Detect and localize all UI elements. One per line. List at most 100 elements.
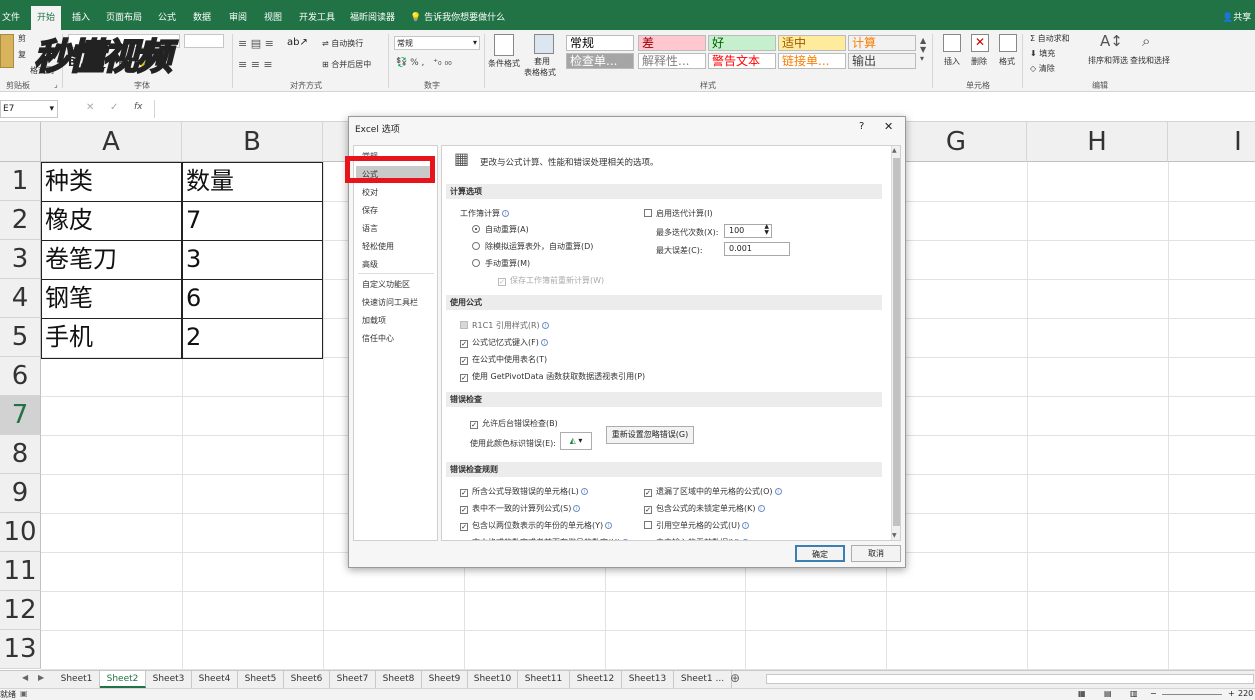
error-color-picker[interactable]: ◭ ▾ xyxy=(560,432,592,450)
sheet-tab[interactable]: Sheet7 xyxy=(330,671,376,688)
number-format-select[interactable]: 常规 ▾ xyxy=(394,36,480,50)
tab-view[interactable]: 视图 xyxy=(264,10,282,23)
page-layout-view-icon[interactable]: ▤ xyxy=(1104,689,1112,698)
sheet-tab[interactable]: Sheet2 xyxy=(100,671,146,688)
error-rule-checkbox[interactable]: ✓ 表中不一致的计算列公式(S) i xyxy=(460,503,581,514)
gallery-scroll-icon[interactable]: ▲ ▼ ▾ xyxy=(920,36,926,63)
cell-style-swatch[interactable]: 警告文本 xyxy=(708,53,776,69)
add-sheet-icon[interactable]: ⊕ xyxy=(730,671,740,685)
share-button[interactable]: 👤共享 xyxy=(1222,10,1251,23)
autosum-button[interactable]: Σ 自动求和 xyxy=(1030,33,1070,44)
iterative-calc-checkbox[interactable]: 启用迭代计算(I) xyxy=(644,208,713,219)
tab-insert[interactable]: 插入 xyxy=(72,10,90,23)
delete-label[interactable]: 删除 xyxy=(971,56,987,67)
wrap-text-button[interactable]: ⇌ 自动换行 xyxy=(322,38,363,49)
row-header[interactable]: 12 xyxy=(0,591,41,630)
sheet-tab[interactable]: Sheet9 xyxy=(422,671,468,688)
sheet-tab[interactable]: Sheet11 xyxy=(518,671,570,688)
zoom-out-icon[interactable]: − xyxy=(1150,689,1157,698)
calc-manual-radio[interactable]: 手动重算(M) xyxy=(472,258,530,269)
error-rule-checkbox[interactable]: ✓ 文本格式的数字或者前面有撇号的数字(H)i xyxy=(460,537,630,540)
cell-style-swatch[interactable]: 好 xyxy=(708,35,776,51)
column-header-b[interactable]: B xyxy=(182,122,323,162)
insert-function-icon[interactable]: fx xyxy=(134,102,143,112)
cell-style-swatch[interactable]: 检查单... xyxy=(566,53,634,69)
row-header[interactable]: 8 xyxy=(0,435,41,474)
row-header[interactable]: 9 xyxy=(0,474,41,513)
horizontal-scrollbar[interactable] xyxy=(766,674,1254,684)
reset-ignored-errors-button[interactable]: 重新设置忽略错误(G) xyxy=(606,426,694,444)
max-change-input[interactable]: 0.001 xyxy=(724,242,790,256)
clipboard-launcher-icon[interactable]: ⌟ xyxy=(54,80,58,89)
sheet-tab[interactable]: Sheet1 ... xyxy=(674,671,732,688)
row-header[interactable]: 13 xyxy=(0,630,41,669)
confirm-entry-icon[interactable]: ✓ xyxy=(110,102,118,113)
error-rule-checkbox[interactable]: ✓ 遗漏了区域中的单元格的公式(O) i xyxy=(644,486,782,497)
r1c1-checkbox[interactable]: R1C1 引用样式(R) i xyxy=(460,320,549,331)
sort-filter-label[interactable]: 排序和筛选 xyxy=(1088,55,1128,66)
tab-foxit[interactable]: 福昕阅读器 xyxy=(350,10,395,23)
conditional-format-icon[interactable] xyxy=(494,34,514,56)
cell-style-swatch[interactable]: 输出 xyxy=(848,53,916,69)
conditional-format-label[interactable]: 条件格式 xyxy=(488,58,520,69)
normal-view-icon[interactable]: ▦ xyxy=(1078,689,1086,698)
background-errcheck-checkbox[interactable]: ✓ 允许后台错误检查(B) xyxy=(470,418,558,429)
nav-item[interactable]: 高级 xyxy=(356,256,434,273)
row-header[interactable]: 7 xyxy=(0,396,41,435)
decimal-icons[interactable]: ⁺₀ ₀₀ xyxy=(433,58,451,68)
tab-file[interactable]: 文件 xyxy=(2,10,20,23)
sheet-tab[interactable]: Sheet4 xyxy=(192,671,238,688)
format-cells-icon[interactable] xyxy=(999,34,1017,52)
copy-label[interactable]: 复 xyxy=(18,49,26,60)
format-label[interactable]: 格式 xyxy=(999,56,1015,67)
table-names-checkbox[interactable]: ✓ 在公式中使用表名(T) xyxy=(460,354,547,365)
tab-review[interactable]: 审阅 xyxy=(229,10,247,23)
column-header-i[interactable]: I xyxy=(1168,122,1255,162)
row-header[interactable]: 4 xyxy=(0,279,41,318)
help-button[interactable]: ? xyxy=(859,121,864,132)
row-header[interactable]: 2 xyxy=(0,201,41,240)
nav-item[interactable]: 信任中心 xyxy=(356,330,434,347)
column-header-a[interactable]: A xyxy=(41,122,182,162)
max-iterations-input[interactable]: 100 ▲ ▼ xyxy=(724,224,772,238)
tab-formulas[interactable]: 公式 xyxy=(158,10,176,23)
scroll-up-icon[interactable]: ▲ xyxy=(892,147,897,154)
spinner-icon[interactable]: ▲ ▼ xyxy=(764,224,769,236)
macro-record-icon[interactable]: ▣ xyxy=(20,689,28,698)
fill-button[interactable]: ⬇ 填充 xyxy=(1030,48,1055,59)
autocomplete-checkbox[interactable]: ✓ 公式记忆式键入(F) i xyxy=(460,337,548,348)
zoom-level[interactable]: 220 xyxy=(1238,689,1253,698)
table-format-label-1[interactable]: 套用 xyxy=(534,56,550,67)
error-rule-checkbox[interactable]: ✓ 包含以两位数表示的年份的单元格(Y) i xyxy=(460,520,613,531)
cell-style-swatch[interactable]: 适中 xyxy=(778,35,846,51)
sort-filter-icon[interactable]: A↕ xyxy=(1100,32,1123,50)
align-top-icons[interactable]: ≡ ▤ ≡ xyxy=(238,37,274,50)
table-format-icon[interactable] xyxy=(534,34,554,54)
cell-style-swatch[interactable]: 常规 xyxy=(566,35,634,51)
nav-item[interactable]: 加载项 xyxy=(356,312,434,329)
row-header[interactable]: 11 xyxy=(0,552,41,591)
sheet-tab[interactable]: Sheet3 xyxy=(146,671,192,688)
cell-style-swatch[interactable]: 计算 xyxy=(848,35,916,51)
error-rule-checkbox[interactable]: ✓ 包含公式的未锁定单元格(K) i xyxy=(644,503,765,514)
scroll-down-icon[interactable]: ▼ xyxy=(892,532,897,539)
column-header-g[interactable]: G xyxy=(886,122,1027,162)
name-box[interactable]: E7 ▾ xyxy=(0,100,58,118)
sheet-tab[interactable]: Sheet8 xyxy=(376,671,422,688)
ok-button[interactable]: 确定 xyxy=(795,545,845,562)
align-bottom-icons[interactable]: ≡ ≡ ≡ xyxy=(238,58,273,71)
row-header[interactable]: 5 xyxy=(0,318,41,357)
zoom-in-icon[interactable]: + xyxy=(1228,689,1235,698)
cancel-button[interactable]: 取消 xyxy=(851,545,901,562)
row-header[interactable]: 1 xyxy=(0,162,41,201)
calc-auto-radio[interactable]: 自动重算(A) xyxy=(472,224,529,235)
getpivotdata-checkbox[interactable]: ✓ 使用 GetPivotData 函数获取数据透视表引用(P) xyxy=(460,371,645,382)
calc-except-tables-radio[interactable]: 除模拟运算表外，自动重算(D) xyxy=(472,241,593,252)
column-header-h[interactable]: H xyxy=(1027,122,1168,162)
scrollbar-thumb[interactable] xyxy=(893,158,900,526)
sheet-tab[interactable]: Sheet5 xyxy=(238,671,284,688)
insert-cells-icon[interactable] xyxy=(943,34,961,52)
row-header[interactable]: 10 xyxy=(0,513,41,552)
cut-label[interactable]: 剪 xyxy=(18,33,26,44)
currency-icon[interactable]: 💱 xyxy=(396,58,407,68)
